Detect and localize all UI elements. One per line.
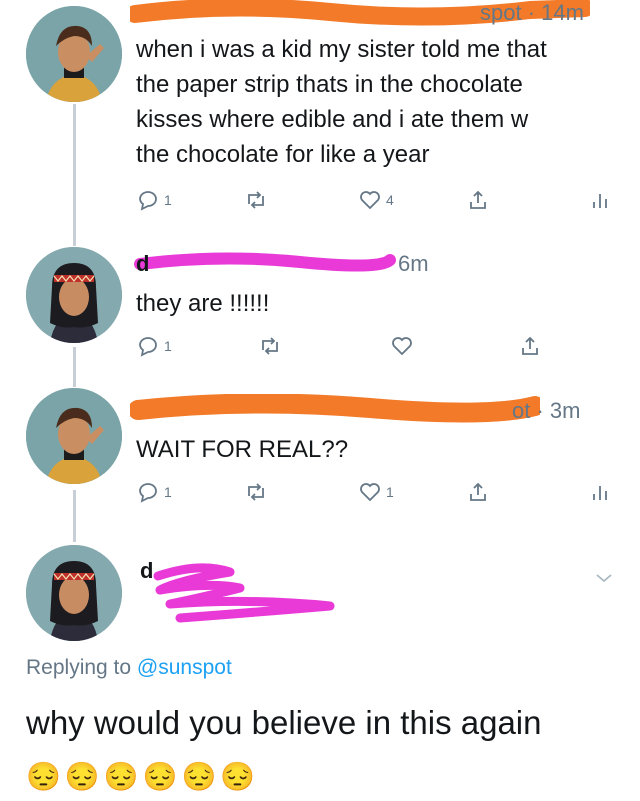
tweet-meta-name: d [136, 251, 150, 276]
retweet-button[interactable] [244, 480, 268, 504]
tweet-text: why would you believe in this again [26, 704, 542, 741]
retweet-button[interactable] [258, 334, 282, 358]
retweet-icon [248, 191, 264, 209]
analytics-button[interactable] [588, 188, 612, 212]
analytics-button[interactable] [588, 480, 612, 504]
tweet-text-line: the paper strip thats in the chocolate [136, 71, 523, 98]
tweet-meta-time: ot · 3m [512, 398, 581, 423]
reply-button[interactable]: 1 [136, 480, 172, 504]
redaction-scribble [130, 250, 400, 279]
chevron-down-icon [596, 574, 612, 583]
tweet-text: WAIT FOR REAL?? [136, 436, 349, 463]
like-icon [392, 337, 412, 356]
redaction-scribble [128, 393, 545, 431]
analytics-icon [593, 486, 607, 500]
reply-button[interactable]: 1 [136, 334, 172, 358]
like-button[interactable]: 1 [358, 480, 394, 504]
like-button[interactable]: 4 [358, 188, 394, 212]
reply-button[interactable]: 1 [136, 188, 172, 212]
replying-prefix: Replying to [26, 656, 137, 679]
emoji-row: 😔😔😔😔😔😔 [26, 761, 260, 792]
tweet-meta-time: spot · 14m [480, 0, 584, 25]
like-count: 1 [386, 484, 394, 500]
retweet-icon [262, 337, 278, 355]
reply-icon [139, 483, 157, 503]
reply-icon [139, 337, 157, 357]
thread-line [73, 490, 76, 542]
like-count: 4 [386, 192, 394, 208]
analytics-icon [593, 194, 607, 208]
reply-count: 1 [164, 192, 172, 208]
reply-count: 1 [164, 338, 172, 354]
share-button[interactable] [466, 188, 490, 212]
retweet-button[interactable] [244, 188, 268, 212]
like-icon [360, 483, 380, 502]
share-icon [522, 336, 538, 355]
share-icon [470, 482, 486, 501]
avatar[interactable] [26, 388, 122, 484]
like-icon [360, 191, 380, 210]
share-button[interactable] [518, 334, 542, 358]
thread-line [73, 104, 76, 246]
replying-handle-link[interactable]: @sunspot [137, 656, 232, 679]
more-options-button[interactable] [592, 566, 616, 590]
replying-to: Replying to @sunspot [26, 656, 232, 680]
avatar[interactable] [26, 247, 122, 343]
redaction-scribble [140, 558, 340, 633]
tweet-text-line: when i was a kid my sister told me that [136, 36, 547, 63]
thread-line [73, 347, 76, 387]
like-button[interactable] [390, 334, 414, 358]
tweet-text-line: the chocolate for like a year [136, 141, 430, 168]
retweet-icon [248, 483, 264, 501]
avatar[interactable] [26, 545, 122, 641]
reply-count: 1 [164, 484, 172, 500]
avatar[interactable] [26, 6, 122, 102]
share-icon [470, 190, 486, 209]
share-button[interactable] [466, 480, 490, 504]
reply-icon [139, 191, 157, 211]
tweet-text: they are !!!!!! [136, 290, 270, 317]
tweet-text-line: kisses where edible and i ate them w [136, 106, 529, 133]
tweet-meta-time: 6m [398, 251, 429, 276]
tweet-text: when i was a kid my sister told me that … [136, 32, 616, 172]
